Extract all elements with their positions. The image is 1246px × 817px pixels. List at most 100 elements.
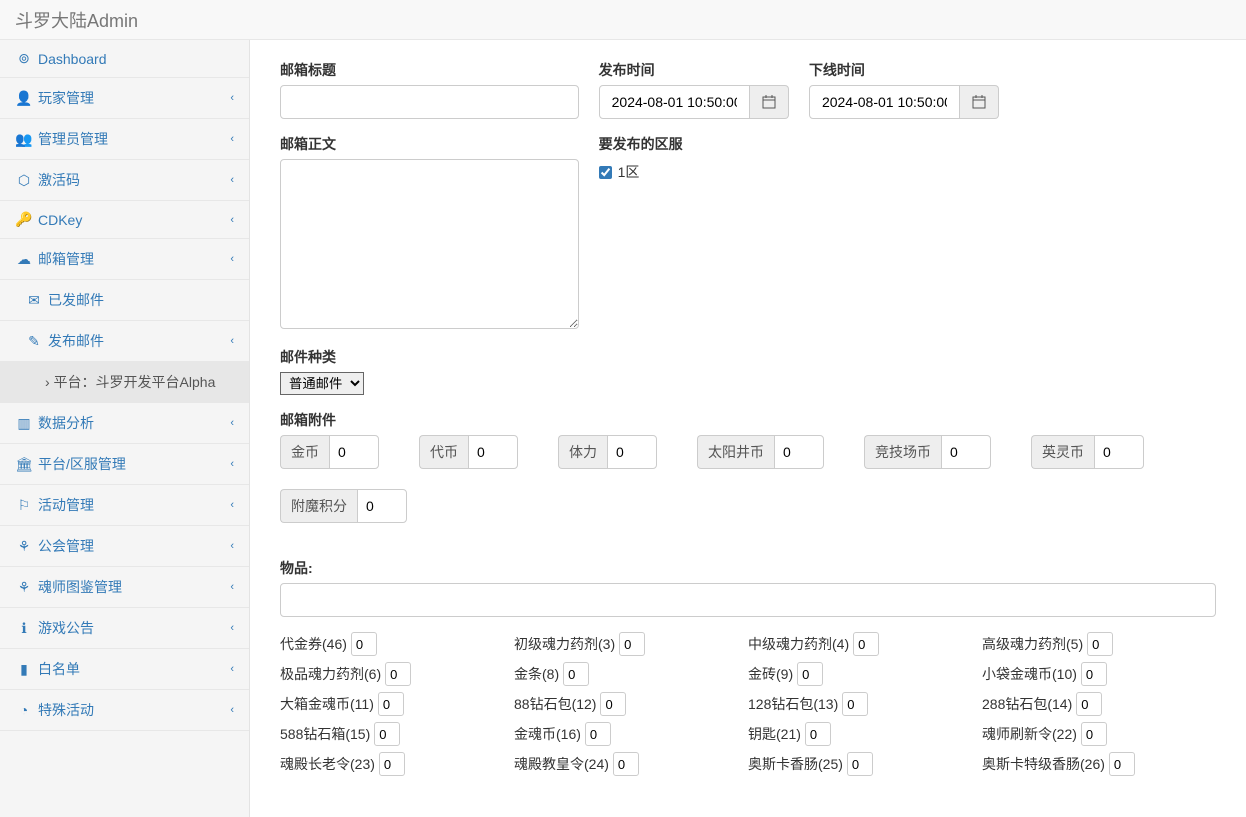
attachment-currency-label: 竞技场币: [864, 435, 941, 469]
mailbox-title-input[interactable]: [280, 85, 579, 119]
mail-type-label: 邮件种类: [280, 347, 1216, 367]
sidebar-item[interactable]: ◔特殊活动‹: [0, 690, 249, 730]
item-label: 金砖(9): [748, 664, 793, 684]
item-label: 金魂币(16): [514, 724, 581, 744]
item-quantity-input[interactable]: [1081, 662, 1107, 686]
attachment-currency-input[interactable]: [941, 435, 991, 469]
sidebar-item[interactable]: ▥数据分析‹: [0, 403, 249, 443]
item-quantity-input[interactable]: [1081, 722, 1107, 746]
item-quantity-input[interactable]: [853, 632, 879, 656]
sidebar-item-label: 公会管理: [38, 536, 94, 556]
publish-time-label: 发布时间: [599, 60, 789, 80]
menu-icon: ⚐: [15, 497, 33, 514]
item-label: 金条(8): [514, 664, 559, 684]
item-label: 中级魂力药剂(4): [748, 634, 849, 654]
item-quantity-input[interactable]: [585, 722, 611, 746]
menu-icon: ▮: [15, 661, 33, 678]
sidebar-item[interactable]: 👥管理员管理‹: [0, 119, 249, 159]
calendar-icon[interactable]: [960, 85, 999, 119]
attachment-currency-input[interactable]: [607, 435, 657, 469]
item-label: 128钻石包(13): [748, 694, 838, 714]
sidebar-item[interactable]: ☁邮箱管理‹: [0, 239, 249, 279]
item-label: 代金券(46): [280, 634, 347, 654]
sidebar-item[interactable]: ⬡激活码‹: [0, 160, 249, 200]
attachment-currency-input[interactable]: [329, 435, 379, 469]
chevron-left-icon: ‹: [230, 417, 234, 429]
menu-icon: ⚘: [15, 538, 33, 555]
item-quantity-input[interactable]: [797, 662, 823, 686]
attachment-currency-input[interactable]: [468, 435, 518, 469]
item-quantity-input[interactable]: [1076, 692, 1102, 716]
sidebar-item[interactable]: ⚘ 公会管理 ‹: [0, 526, 249, 566]
item-label: 288钻石包(14): [982, 694, 1072, 714]
zone-option-label: 1区: [618, 162, 640, 182]
item-label: 魂殿教皇令(24): [514, 754, 609, 774]
attachment-currency-label: 代币: [419, 435, 468, 469]
items-label: 物品:: [280, 558, 1216, 578]
sidebar-item[interactable]: 🔑CDKey‹: [0, 201, 249, 238]
item-quantity-input[interactable]: [600, 692, 626, 716]
item-quantity-input[interactable]: [842, 692, 868, 716]
sidebar-item[interactable]: 🏛平台/区服管理‹: [0, 444, 249, 484]
sidebar-item[interactable]: ⊚Dashboard: [0, 40, 249, 77]
item-quantity-input[interactable]: [563, 662, 589, 686]
item-quantity-input[interactable]: [847, 752, 873, 776]
item-quantity-input[interactable]: [1109, 752, 1135, 776]
chevron-left-icon: ‹: [230, 214, 234, 226]
sidebar-item-label: CDKey: [38, 212, 82, 228]
chevron-left-icon: ‹: [230, 174, 234, 186]
main-content: 邮箱标题 发布时间 下线时间: [250, 40, 1246, 817]
sidebar-item-label: 特殊活动: [38, 700, 94, 720]
sidebar-active-item[interactable]: › 平台：斗罗开发平台Alpha: [0, 362, 249, 402]
attachment-currency-label: 太阳井币: [697, 435, 774, 469]
sidebar-item[interactable]: ▮白名单‹: [0, 649, 249, 689]
chevron-left-icon: ‹: [230, 581, 234, 593]
chevron-left-icon: ‹: [230, 92, 234, 104]
publish-time-input[interactable]: [599, 85, 750, 119]
items-search-input[interactable]: [280, 583, 1216, 617]
item-quantity-input[interactable]: [385, 662, 411, 686]
menu-icon: ⚘: [15, 579, 33, 596]
offline-time-label: 下线时间: [809, 60, 999, 80]
sidebar-item-label: 魂师图鉴管理: [38, 577, 122, 597]
item-quantity-input[interactable]: [351, 632, 377, 656]
item-quantity-input[interactable]: [805, 722, 831, 746]
menu-icon: ℹ: [15, 620, 33, 637]
app-brand: 斗罗大陆Admin: [15, 7, 138, 33]
mail-type-select[interactable]: 普通邮件: [280, 372, 364, 395]
item-quantity-input[interactable]: [619, 632, 645, 656]
sidebar-item[interactable]: ⚘ 魂师图鉴管理 ‹: [0, 567, 249, 607]
chevron-left-icon: ‹: [230, 540, 234, 552]
sidebar-item[interactable]: ✉已发邮件: [0, 280, 249, 320]
zone-checkbox[interactable]: [599, 166, 612, 179]
sidebar-item-label: 发布邮件: [48, 331, 104, 351]
chevron-left-icon: ‹: [230, 622, 234, 634]
calendar-icon[interactable]: [750, 85, 789, 119]
mailbox-body-textarea[interactable]: [280, 159, 579, 329]
item-quantity-input[interactable]: [379, 752, 405, 776]
sidebar-item-label: 游戏公告: [38, 618, 94, 638]
sidebar-item[interactable]: ⚐活动管理‹: [0, 485, 249, 525]
attachment-currency-input[interactable]: [774, 435, 824, 469]
sidebar-item[interactable]: 👤玩家管理‹: [0, 78, 249, 118]
item-quantity-input[interactable]: [378, 692, 404, 716]
chevron-left-icon: ‹: [230, 253, 234, 265]
attachment-currency-label: 英灵币: [1031, 435, 1094, 469]
item-label: 大箱金魂币(11): [280, 694, 374, 714]
item-quantity-input[interactable]: [613, 752, 639, 776]
sidebar-item[interactable]: ✎发布邮件‹: [0, 321, 249, 361]
item-quantity-input[interactable]: [1087, 632, 1113, 656]
item-label: 极品魂力药剂(6): [280, 664, 381, 684]
item-label: 奥斯卡特级香肠(26): [982, 754, 1105, 774]
item-label: 魂师刷新令(22): [982, 724, 1077, 744]
sidebar-item-label: 平台/区服管理: [38, 454, 126, 474]
sidebar-item-label: 白名单: [38, 659, 80, 679]
attachment-currency-input[interactable]: [357, 489, 407, 523]
item-quantity-input[interactable]: [374, 722, 400, 746]
zone-label: 要发布的区服: [599, 134, 1000, 154]
sidebar-item[interactable]: ℹ 游戏公告 ‹: [0, 608, 249, 648]
offline-time-input[interactable]: [809, 85, 960, 119]
menu-icon: 👥: [15, 131, 33, 148]
attachment-currency-input[interactable]: [1094, 435, 1144, 469]
item-label: 初级魂力药剂(3): [514, 634, 615, 654]
